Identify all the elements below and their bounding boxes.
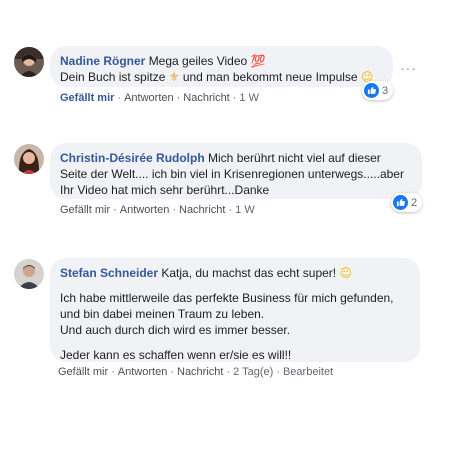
comment-text: und man bekommt neue Impulse (179, 70, 361, 84)
avatar[interactable] (14, 259, 44, 289)
like-icon (393, 195, 408, 210)
comment-text: Ich habe mittlerweile das perfekte Busin… (60, 291, 394, 337)
timestamp[interactable]: 1 W (239, 92, 259, 104)
reaction-count-badge[interactable]: 2 (391, 193, 423, 212)
comment-bubble: Stefan Schneider Katja, du machst das ec… (50, 258, 420, 362)
avatar[interactable] (14, 47, 44, 77)
reply-button[interactable]: Antworten (124, 92, 174, 104)
more-options-icon[interactable]: ··· (400, 60, 417, 76)
comment-text: Mich berührt nicht viel auf dieser (204, 151, 381, 165)
comment-bubble: Christin-Désirée Rudolph Mich berührt ni… (50, 143, 422, 199)
reply-button[interactable]: Antworten (118, 366, 168, 378)
fleur-de-lis-emoji-icon: ⚜ (168, 70, 180, 84)
message-button[interactable]: Nachricht (183, 92, 229, 104)
comment-text: Dein Buch ist spitze (60, 70, 169, 84)
like-button[interactable]: Gefällt mir (60, 204, 110, 216)
comment-bubble: Nadine Rögner Mega geiles Video 💯 Dein B… (50, 46, 393, 87)
like-icon (364, 83, 379, 98)
comment-actions: Gefällt mir · Antworten · Nachricht · 2 Tag(e)… (58, 366, 334, 378)
comment-actions: Gefällt mir · Antworten · Nachricht · 1 W (60, 92, 259, 104)
like-button[interactable]: Gefällt mir (58, 366, 108, 378)
message-button[interactable]: Nachricht (179, 204, 225, 216)
commenter-name[interactable]: Stefan Schneider (60, 266, 158, 280)
edited-label: Bearbeitet (282, 366, 334, 378)
comment-text: Mega geiles Video 💯 (148, 54, 266, 68)
like-button[interactable]: Gefällt mir (60, 92, 114, 104)
reply-button[interactable]: Antworten (120, 204, 170, 216)
comment-text: Seite der Welt.... ich bin viel in Krise… (60, 167, 404, 197)
commenter-name[interactable]: Nadine Rögner (60, 54, 145, 68)
commenter-name[interactable]: Christin-Désirée Rudolph (60, 151, 205, 165)
message-button[interactable]: Nachricht (177, 366, 223, 378)
reaction-count: 2 (411, 196, 418, 209)
reaction-count-badge[interactable]: 3 (362, 81, 394, 100)
comment-text: Jeder kann es schaffen wenn er/sie es wi… (60, 348, 292, 362)
timestamp[interactable]: 2 Tag(e) (233, 366, 273, 378)
smile-emoji-icon: ☺ (339, 266, 352, 280)
comment-text: Katja, du machst das echt super! (158, 266, 340, 280)
reaction-count: 3 (382, 84, 389, 97)
avatar[interactable] (14, 144, 44, 174)
timestamp[interactable]: 1 W (235, 204, 255, 216)
comment-actions: Gefällt mir · Antworten · Nachricht · 1 W (60, 204, 255, 216)
